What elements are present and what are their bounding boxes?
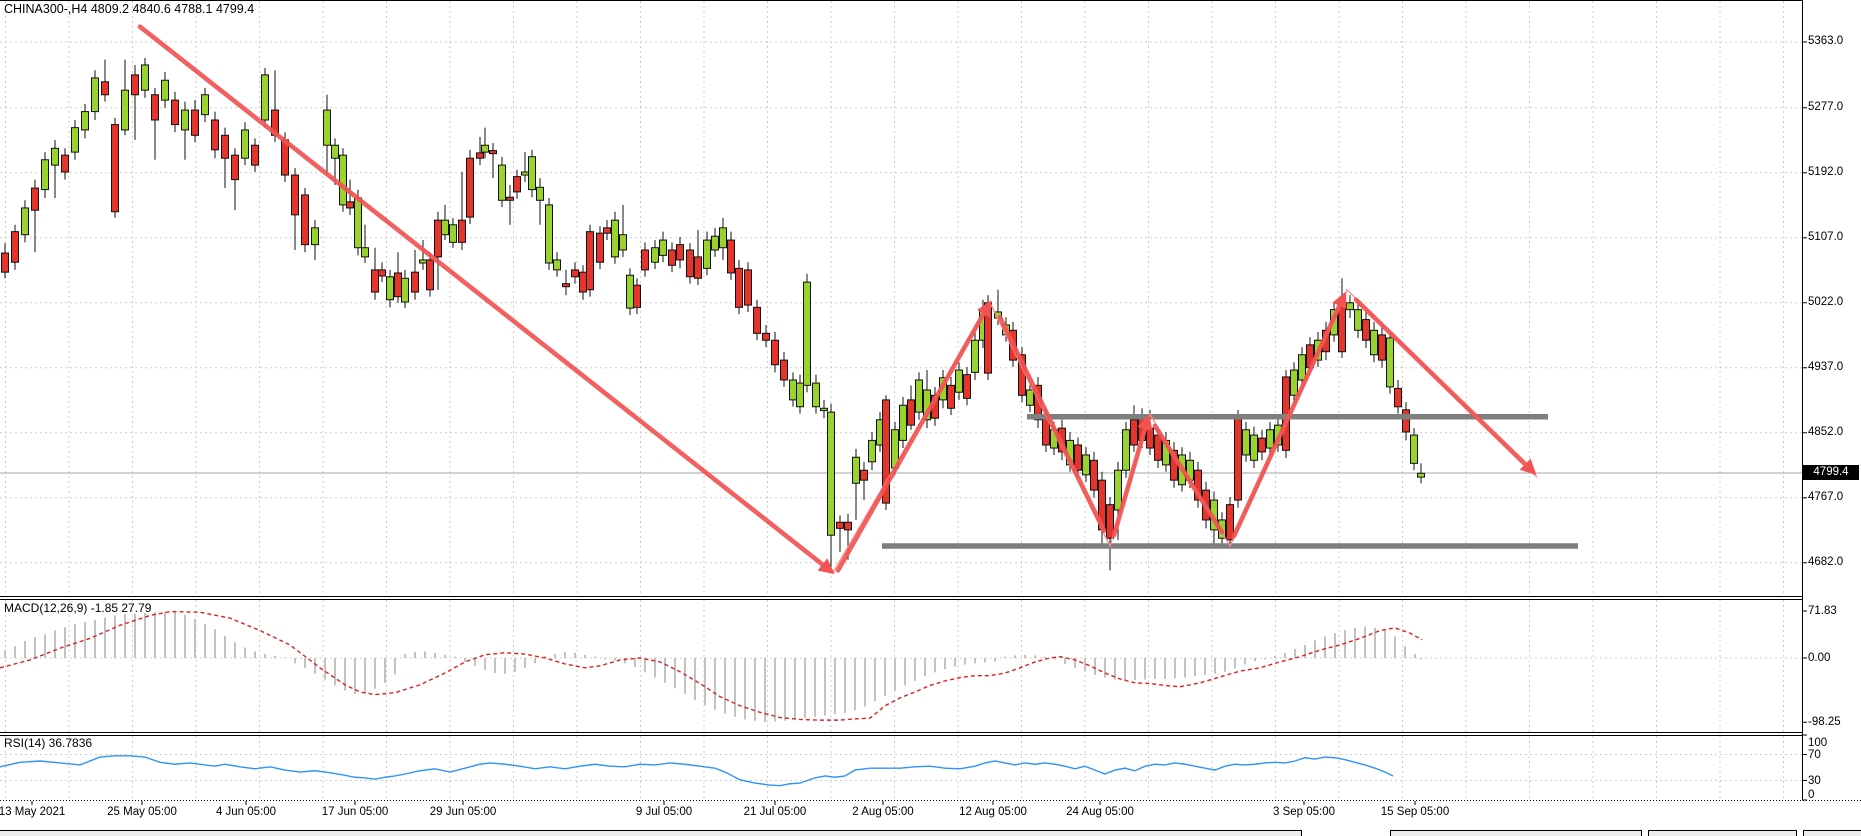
time-axis-label: 12 Aug 05:00 <box>959 806 1027 818</box>
bottom-panel-box[interactable] <box>1803 830 1861 836</box>
price-axis-label: 4767.0 <box>1808 491 1843 503</box>
price-axis-label: 5022.0 <box>1808 296 1843 308</box>
price-axis-label: 5277.0 <box>1808 101 1843 113</box>
price-axis-label: 4937.0 <box>1808 361 1843 373</box>
macd-indicator-label: MACD(12,26,9) -1.85 27.79 <box>4 602 151 615</box>
macd-axis-label: 0.00 <box>1808 652 1830 664</box>
chart-title: CHINA300-,H4 4809.2 4840.6 4788.1 4799.4 <box>4 3 254 16</box>
time-axis-label: 24 Aug 05:00 <box>1066 806 1134 818</box>
time-axis-label: 29 Jun 05:00 <box>430 806 497 818</box>
macd-axis-label: 71.83 <box>1808 605 1837 617</box>
time-axis-label: 3 Sep 05:00 <box>1273 806 1335 818</box>
time-axis-label: 4 Jun 05:00 <box>216 806 276 818</box>
time-axis-label: 21 Jul 05:00 <box>744 806 807 818</box>
time-axis-label: 17 Jun 05:00 <box>322 806 389 818</box>
rsi-indicator-label: RSI(14) 36.7836 <box>4 737 92 750</box>
rsi-axis-label: 70 <box>1808 749 1821 761</box>
price-axis-label: 5107.0 <box>1808 231 1843 243</box>
price-axis-label: 4852.0 <box>1808 426 1843 438</box>
bottom-panel-box[interactable] <box>1648 830 1797 836</box>
bottom-panel-box[interactable] <box>0 830 1302 836</box>
time-axis-label: 13 May 2021 <box>0 806 65 818</box>
rsi-axis-label: 30 <box>1808 775 1821 787</box>
price-axis-label: 4682.0 <box>1808 556 1843 568</box>
time-axis-label: 2 Aug 05:00 <box>852 806 913 818</box>
rsi-axis-label: 100 <box>1808 737 1827 749</box>
rsi-axis-label: 0 <box>1808 789 1814 801</box>
time-axis-label: 15 Sep 05:00 <box>1381 806 1449 818</box>
macd-axis-label: -98.25 <box>1808 716 1841 728</box>
chart-canvas[interactable] <box>0 0 1861 836</box>
time-axis-label: 25 May 05:00 <box>107 806 177 818</box>
bottom-panel-box[interactable] <box>1390 830 1642 836</box>
price-axis-label: 5363.0 <box>1808 35 1843 47</box>
trading-chart-window: CHINA300-,H4 4809.2 4840.6 4788.1 4799.4… <box>0 0 1861 836</box>
time-axis-label: 9 Jul 05:00 <box>636 806 692 818</box>
current-price-tag: 4799.4 <box>1803 465 1859 480</box>
price-axis-label: 5192.0 <box>1808 166 1843 178</box>
